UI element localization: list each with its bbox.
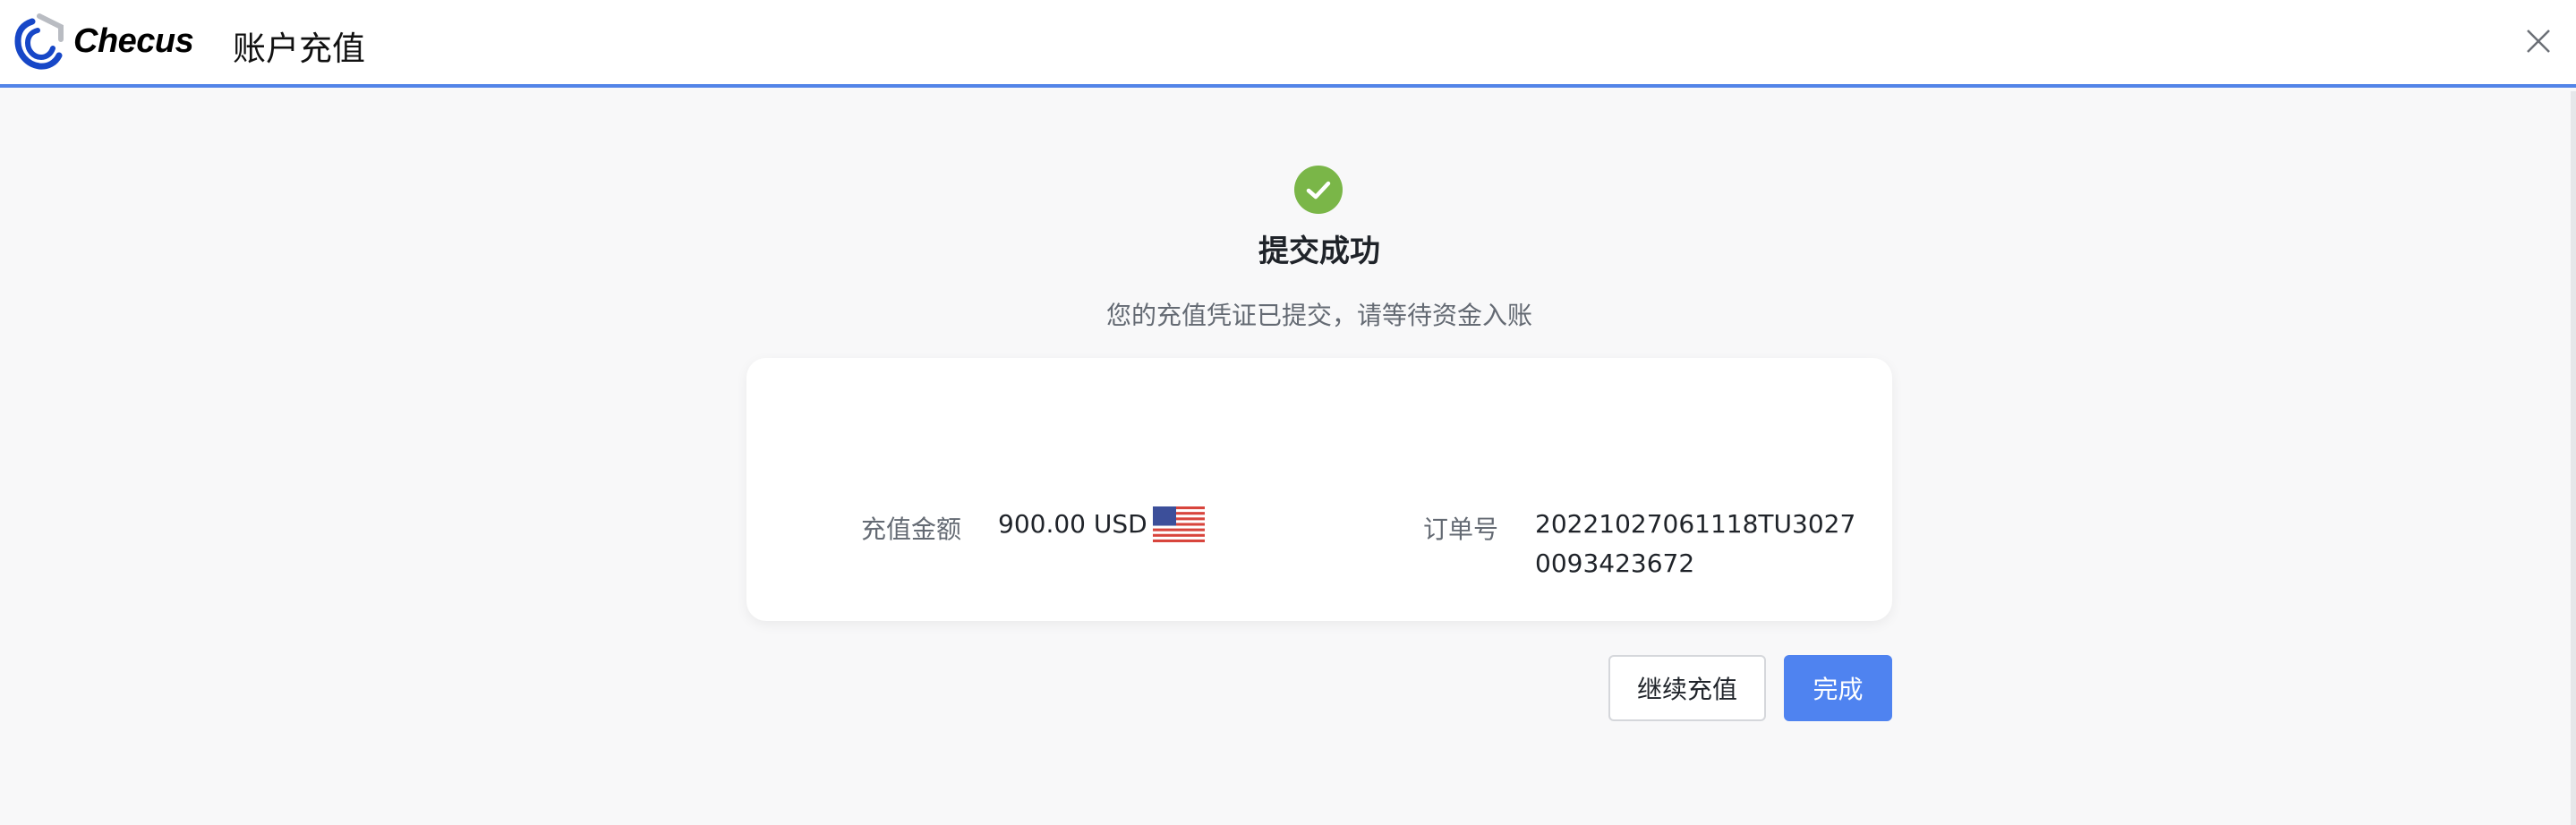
success-check-icon [1294, 166, 1343, 214]
amount-value: 900.00 USD [998, 509, 1147, 539]
order-details-card: 充值金额 900.00 USD 订单号 20221027061118TU3027… [746, 358, 1892, 621]
success-title: 提交成功 [1258, 234, 1380, 269]
continue-recharge-button[interactable]: 继续充值 [1608, 655, 1766, 721]
order-number-label: 订单号 [1423, 515, 1499, 544]
close-icon[interactable] [2522, 25, 2555, 57]
amount-label: 充值金额 [861, 515, 962, 544]
done-button[interactable]: 完成 [1784, 655, 1892, 721]
header-bar: Checus 账户充值 [0, 0, 2576, 88]
scrollbar[interactable] [2571, 91, 2576, 825]
order-number-line2: 0093423672 [1535, 549, 1695, 578]
checus-logo-icon [14, 13, 64, 70]
order-number-line1: 20221027061118TU3027 [1535, 509, 1856, 539]
checus-logo: Checus [13, 13, 194, 70]
page-title: 账户充值 [233, 30, 365, 68]
us-flag-icon [1153, 506, 1205, 542]
brand-name: Checus [73, 21, 194, 60]
success-description: 您的充值凭证已提交，请等待资金入账 [1105, 301, 1532, 330]
